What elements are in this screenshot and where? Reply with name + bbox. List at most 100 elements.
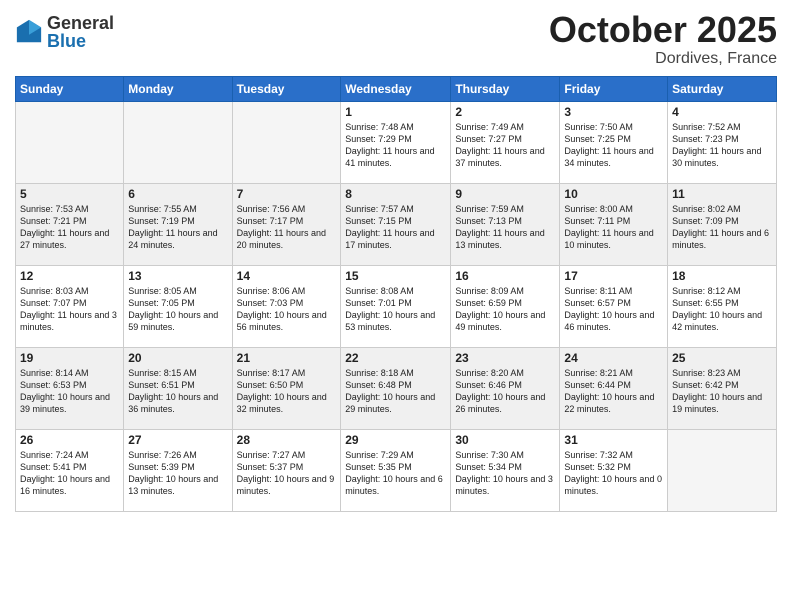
calendar-cell: 20 Sunrise: 8:15 AM Sunset: 6:51 PM Dayli…: [124, 347, 232, 429]
day-detail: Sunrise: 7:26 AM Sunset: 5:39 PM Dayligh…: [128, 449, 227, 498]
calendar-cell: 21 Sunrise: 8:17 AM Sunset: 6:50 PM Dayli…: [232, 347, 341, 429]
day-number: 16: [455, 269, 555, 283]
day-number: 24: [564, 351, 663, 365]
day-detail: Sunrise: 8:02 AM Sunset: 7:09 PM Dayligh…: [672, 203, 772, 252]
logo-general: General: [47, 14, 114, 32]
day-detail: Sunrise: 7:50 AM Sunset: 7:25 PM Dayligh…: [564, 121, 663, 170]
day-number: 26: [20, 433, 119, 447]
calendar-cell: 16 Sunrise: 8:09 AM Sunset: 6:59 PM Dayli…: [451, 265, 560, 347]
day-detail: Sunrise: 7:29 AM Sunset: 5:35 PM Dayligh…: [345, 449, 446, 498]
day-detail: Sunrise: 7:52 AM Sunset: 7:23 PM Dayligh…: [672, 121, 772, 170]
day-number: 4: [672, 105, 772, 119]
calendar-week-2: 5 Sunrise: 7:53 AM Sunset: 7:21 PM Daylig…: [16, 183, 777, 265]
calendar-cell: [668, 429, 777, 511]
day-number: 8: [345, 187, 446, 201]
day-detail: Sunrise: 7:56 AM Sunset: 7:17 PM Dayligh…: [237, 203, 337, 252]
calendar-cell: 10Sunrise: 8:00 AM Sunset: 7:11 PM Dayli…: [560, 183, 668, 265]
day-number: 5: [20, 187, 119, 201]
calendar-cell: 25 Sunrise: 8:23 AM Sunset: 6:42 PM Dayli…: [668, 347, 777, 429]
calendar-cell: 6Sunrise: 7:55 AM Sunset: 7:19 PM Daylig…: [124, 183, 232, 265]
logo-text: General Blue: [47, 14, 114, 50]
day-detail: Sunrise: 8:03 AM Sunset: 7:07 PM Dayligh…: [20, 285, 119, 334]
day-detail: Sunrise: 7:49 AM Sunset: 7:27 PM Dayligh…: [455, 121, 555, 170]
calendar-header-row: SundayMondayTuesdayWednesdayThursdayFrid…: [16, 76, 777, 101]
day-number: 20: [128, 351, 227, 365]
calendar-cell: 13 Sunrise: 8:05 AM Sunset: 7:05 PM Dayli…: [124, 265, 232, 347]
calendar-week-3: 12 Sunrise: 8:03 AM Sunset: 7:07 PM Dayli…: [16, 265, 777, 347]
day-detail: Sunrise: 7:24 AM Sunset: 5:41 PM Dayligh…: [20, 449, 119, 498]
day-number: 14: [237, 269, 337, 283]
calendar-cell: 9Sunrise: 7:59 AM Sunset: 7:13 PM Daylig…: [451, 183, 560, 265]
day-number: 12: [20, 269, 119, 283]
day-detail: Sunrise: 7:59 AM Sunset: 7:13 PM Dayligh…: [455, 203, 555, 252]
day-number: 17: [564, 269, 663, 283]
day-number: 19: [20, 351, 119, 365]
day-detail: Sunrise: 8:00 AM Sunset: 7:11 PM Dayligh…: [564, 203, 663, 252]
calendar-header-saturday: Saturday: [668, 76, 777, 101]
calendar-header-sunday: Sunday: [16, 76, 124, 101]
day-detail: Sunrise: 8:15 AM Sunset: 6:51 PM Dayligh…: [128, 367, 227, 416]
day-number: 18: [672, 269, 772, 283]
header: General Blue October 2025 Dordives, Fran…: [15, 10, 777, 68]
day-number: 27: [128, 433, 227, 447]
calendar-cell: 11Sunrise: 8:02 AM Sunset: 7:09 PM Dayli…: [668, 183, 777, 265]
calendar-cell: 15 Sunrise: 8:08 AM Sunset: 7:01 PM Dayli…: [341, 265, 451, 347]
day-detail: Sunrise: 7:27 AM Sunset: 5:37 PM Dayligh…: [237, 449, 337, 498]
day-detail: Sunrise: 8:09 AM Sunset: 6:59 PM Dayligh…: [455, 285, 555, 334]
day-number: 7: [237, 187, 337, 201]
day-number: 29: [345, 433, 446, 447]
day-number: 28: [237, 433, 337, 447]
day-detail: Sunrise: 8:12 AM Sunset: 6:55 PM Dayligh…: [672, 285, 772, 334]
calendar-cell: 28 Sunrise: 7:27 AM Sunset: 5:37 PM Dayli…: [232, 429, 341, 511]
day-detail: Sunrise: 8:23 AM Sunset: 6:42 PM Dayligh…: [672, 367, 772, 416]
day-detail: Sunrise: 7:55 AM Sunset: 7:19 PM Dayligh…: [128, 203, 227, 252]
calendar-table: SundayMondayTuesdayWednesdayThursdayFrid…: [15, 76, 777, 512]
day-detail: Sunrise: 7:48 AM Sunset: 7:29 PM Dayligh…: [345, 121, 446, 170]
day-detail: Sunrise: 7:30 AM Sunset: 5:34 PM Dayligh…: [455, 449, 555, 498]
day-detail: Sunrise: 8:06 AM Sunset: 7:03 PM Dayligh…: [237, 285, 337, 334]
calendar-cell: 24Sunrise: 8:21 AM Sunset: 6:44 PM Dayli…: [560, 347, 668, 429]
calendar-cell: 27 Sunrise: 7:26 AM Sunset: 5:39 PM Dayli…: [124, 429, 232, 511]
calendar-cell: 3 Sunrise: 7:50 AM Sunset: 7:25 PM Daylig…: [560, 101, 668, 183]
day-detail: Sunrise: 7:57 AM Sunset: 7:15 PM Dayligh…: [345, 203, 446, 252]
day-number: 15: [345, 269, 446, 283]
calendar-cell: 31Sunrise: 7:32 AM Sunset: 5:32 PM Dayli…: [560, 429, 668, 511]
calendar-week-4: 19 Sunrise: 8:14 AM Sunset: 6:53 PM Dayli…: [16, 347, 777, 429]
day-number: 3: [564, 105, 663, 119]
calendar-header-friday: Friday: [560, 76, 668, 101]
logo: General Blue: [15, 14, 114, 50]
day-detail: Sunrise: 8:17 AM Sunset: 6:50 PM Dayligh…: [237, 367, 337, 416]
calendar-week-5: 26 Sunrise: 7:24 AM Sunset: 5:41 PM Dayli…: [16, 429, 777, 511]
calendar-cell: 14 Sunrise: 8:06 AM Sunset: 7:03 PM Dayli…: [232, 265, 341, 347]
logo-icon: [15, 18, 43, 46]
calendar-cell: [124, 101, 232, 183]
calendar-header-tuesday: Tuesday: [232, 76, 341, 101]
day-detail: Sunrise: 8:20 AM Sunset: 6:46 PM Dayligh…: [455, 367, 555, 416]
calendar-cell: 26 Sunrise: 7:24 AM Sunset: 5:41 PM Dayli…: [16, 429, 124, 511]
calendar-header-thursday: Thursday: [451, 76, 560, 101]
calendar-cell: 17Sunrise: 8:11 AM Sunset: 6:57 PM Dayli…: [560, 265, 668, 347]
calendar-cell: 18 Sunrise: 8:12 AM Sunset: 6:55 PM Dayli…: [668, 265, 777, 347]
calendar-cell: 22Sunrise: 8:18 AM Sunset: 6:48 PM Dayli…: [341, 347, 451, 429]
day-number: 23: [455, 351, 555, 365]
calendar-cell: 12 Sunrise: 8:03 AM Sunset: 7:07 PM Dayli…: [16, 265, 124, 347]
day-detail: Sunrise: 8:08 AM Sunset: 7:01 PM Dayligh…: [345, 285, 446, 334]
calendar-cell: 29 Sunrise: 7:29 AM Sunset: 5:35 PM Dayli…: [341, 429, 451, 511]
calendar-cell: 7 Sunrise: 7:56 AM Sunset: 7:17 PM Daylig…: [232, 183, 341, 265]
day-number: 21: [237, 351, 337, 365]
day-number: 30: [455, 433, 555, 447]
location: Dordives, France: [549, 50, 777, 68]
calendar-cell: 30 Sunrise: 7:30 AM Sunset: 5:34 PM Dayli…: [451, 429, 560, 511]
day-number: 2: [455, 105, 555, 119]
day-number: 25: [672, 351, 772, 365]
day-detail: Sunrise: 8:05 AM Sunset: 7:05 PM Dayligh…: [128, 285, 227, 334]
page: General Blue October 2025 Dordives, Fran…: [0, 0, 792, 612]
day-detail: Sunrise: 7:53 AM Sunset: 7:21 PM Dayligh…: [20, 203, 119, 252]
day-detail: Sunrise: 8:14 AM Sunset: 6:53 PM Dayligh…: [20, 367, 119, 416]
calendar-cell: 5 Sunrise: 7:53 AM Sunset: 7:21 PM Daylig…: [16, 183, 124, 265]
day-number: 1: [345, 105, 446, 119]
day-number: 13: [128, 269, 227, 283]
month-title: October 2025: [549, 10, 777, 50]
title-block: October 2025 Dordives, France: [549, 10, 777, 68]
calendar-cell: 8 Sunrise: 7:57 AM Sunset: 7:15 PM Daylig…: [341, 183, 451, 265]
